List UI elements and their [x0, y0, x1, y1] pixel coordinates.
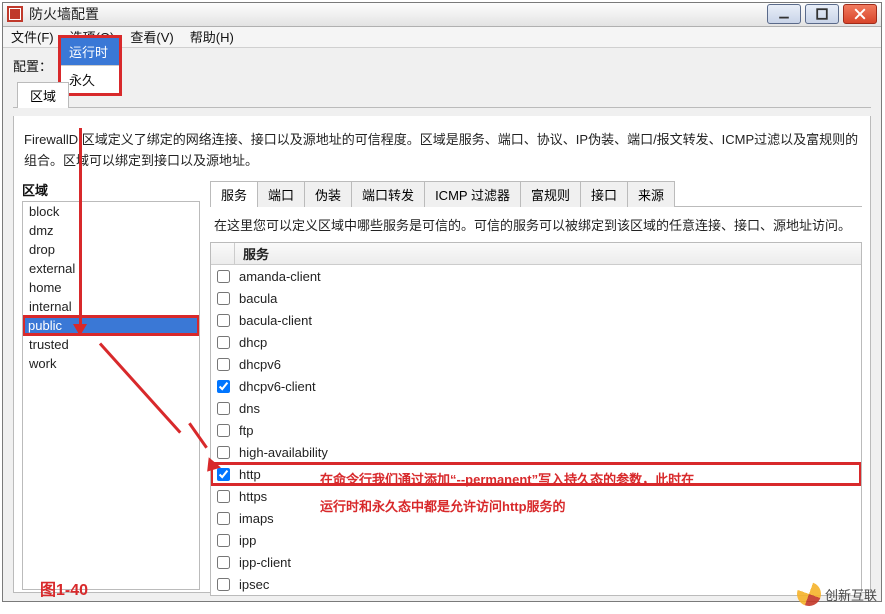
service-tabs: 服务端口伪装端口转发ICMP 过滤器富规则接口来源: [210, 180, 862, 207]
service-checkbox-dhcpv6-client[interactable]: [217, 380, 230, 393]
service-description: 在这里您可以定义区域中哪些服务是可信的。可信的服务可以被绑定到该区域的任意连接、…: [214, 215, 858, 234]
service-name: dhcpv6-client: [235, 379, 316, 394]
zone-item-drop[interactable]: drop: [23, 240, 199, 259]
annotation-line2: 运行时和永久态中都是允许访问http服务的: [320, 499, 566, 514]
service-checkbox-bacula[interactable]: [217, 292, 230, 305]
config-option-runtime[interactable]: 运行时: [61, 38, 119, 65]
service-row-ipp[interactable]: ipp: [211, 529, 861, 551]
menu-file[interactable]: 文件(F): [11, 27, 54, 46]
service-name: ipp: [235, 533, 256, 548]
zone-item-block[interactable]: block: [23, 202, 199, 221]
svc-tab[interactable]: 接口: [580, 181, 628, 207]
zone-header: 区域: [22, 180, 200, 199]
zone-item-public[interactable]: public: [22, 315, 200, 336]
annotation-arrowhead-2: [204, 462, 211, 476]
service-name: imaps: [235, 511, 274, 526]
service-checkbox-dns[interactable]: [217, 402, 230, 415]
config-bar: 配置： 运行时 永久: [3, 48, 881, 82]
service-table-body[interactable]: amanda-client bacula bacula-client dhcp dhcp…: [211, 265, 861, 595]
service-name: ipsec: [235, 577, 269, 592]
zone-item-internal[interactable]: internal: [23, 297, 199, 316]
service-checkbox-ftp[interactable]: [217, 424, 230, 437]
svc-tab[interactable]: 伪装: [304, 181, 352, 207]
minimize-button[interactable]: [767, 4, 801, 24]
service-name: ftp: [235, 423, 253, 438]
service-panel: 服务端口伪装端口转发ICMP 过滤器富规则接口来源 在这里您可以定义区域中哪些服…: [210, 180, 862, 590]
service-checkbox-ipp[interactable]: [217, 534, 230, 547]
service-checkbox-dhcpv6[interactable]: [217, 358, 230, 371]
service-row-dhcp[interactable]: dhcp: [211, 331, 861, 353]
header-service-col: 服务: [235, 244, 277, 263]
service-name: bacula-client: [235, 313, 312, 328]
service-row-ipp-client[interactable]: ipp-client: [211, 551, 861, 573]
config-option-permanent[interactable]: 永久: [61, 65, 119, 93]
svc-tab[interactable]: 端口: [257, 181, 305, 207]
service-name: ipp-client: [235, 555, 291, 570]
menu-help[interactable]: 帮助(H): [190, 27, 234, 46]
service-name: amanda-client: [235, 269, 321, 284]
service-table-header: 服务: [211, 243, 861, 265]
config-label: 配置：: [13, 56, 52, 75]
service-row-amanda-client[interactable]: amanda-client: [211, 265, 861, 287]
service-row-bacula[interactable]: bacula: [211, 287, 861, 309]
service-name: dns: [235, 401, 260, 416]
svc-tab[interactable]: 富规则: [520, 181, 581, 207]
zone-item-external[interactable]: external: [23, 259, 199, 278]
zone-list[interactable]: blockdmzdropexternalhomeinternalpublictr…: [22, 201, 200, 590]
service-checkbox-https[interactable]: [217, 490, 230, 503]
service-row-ftp[interactable]: ftp: [211, 419, 861, 441]
service-checkbox-imaps[interactable]: [217, 512, 230, 525]
service-name: http: [235, 467, 261, 482]
watermark-text: 创新互联: [825, 585, 877, 604]
service-row-ipsec[interactable]: ipsec: [211, 573, 861, 595]
service-checkbox-high-availability[interactable]: [217, 446, 230, 459]
service-checkbox-dhcp[interactable]: [217, 336, 230, 349]
annotation-arrowhead-1: [73, 324, 87, 336]
titlebar: 防火墙配置: [3, 3, 881, 27]
service-name: bacula: [235, 291, 277, 306]
svc-tab[interactable]: 端口转发: [351, 181, 425, 207]
service-checkbox-ipp-client[interactable]: [217, 556, 230, 569]
zones-description: FirewallD 区域定义了绑定的网络连接、接口以及源地址的可信程度。区域是服…: [24, 130, 860, 172]
service-checkbox-amanda-client[interactable]: [217, 270, 230, 283]
tab-zones[interactable]: 区域: [17, 82, 69, 108]
service-row-dhcpv6-client[interactable]: dhcpv6-client: [211, 375, 861, 397]
columns: 区域 blockdmzdropexternalhomeinternalpubli…: [22, 180, 862, 590]
service-checkbox-ipsec[interactable]: [217, 578, 230, 591]
service-row-dhcpv6[interactable]: dhcpv6: [211, 353, 861, 375]
outer-panel: FirewallD 区域定义了绑定的网络连接、接口以及源地址的可信程度。区域是服…: [13, 116, 871, 593]
window-buttons: [767, 4, 877, 24]
annotation-arrow-1: [79, 128, 82, 328]
service-row-bacula-client[interactable]: bacula-client: [211, 309, 861, 331]
figure-label: 图1-40: [40, 576, 88, 600]
svc-tab[interactable]: 服务: [210, 181, 258, 207]
header-check-col: [211, 243, 235, 264]
zone-item-trusted[interactable]: trusted: [23, 335, 199, 354]
zone-item-dmz[interactable]: dmz: [23, 221, 199, 240]
service-name: https: [235, 489, 267, 504]
annotation-text: 在命令行我们通过添加“--permanent”写入持久态的参数，此时在 运行时和…: [320, 466, 860, 520]
zone-item-home[interactable]: home: [23, 278, 199, 297]
service-row-dns[interactable]: dns: [211, 397, 861, 419]
outer-tab-row: 区域: [13, 81, 871, 108]
service-name: high-availability: [235, 445, 328, 460]
service-name: dhcpv6: [235, 357, 281, 372]
zone-column: 区域 blockdmzdropexternalhomeinternalpubli…: [22, 180, 200, 590]
menubar: 文件(F) 选项(O) 查看(V) 帮助(H): [3, 27, 881, 49]
service-table: 服务 amanda-client bacula bacula-client dhcp d…: [210, 242, 862, 596]
service-row-high-availability[interactable]: high-availability: [211, 441, 861, 463]
maximize-button[interactable]: [805, 4, 839, 24]
service-name: dhcp: [235, 335, 267, 350]
body-area: 区域 FirewallD 区域定义了绑定的网络连接、接口以及源地址的可信程度。区…: [3, 82, 881, 601]
svc-tab[interactable]: ICMP 过滤器: [424, 181, 521, 207]
annotation-line1: 在命令行我们通过添加“--permanent”写入持久态的参数，此时在: [320, 472, 694, 487]
menu-view[interactable]: 查看(V): [130, 27, 173, 46]
watermark: 创新互联: [797, 582, 877, 606]
app-icon: [7, 6, 23, 22]
service-checkbox-bacula-client[interactable]: [217, 314, 230, 327]
close-button[interactable]: [843, 4, 877, 24]
svc-tab[interactable]: 来源: [627, 181, 675, 207]
watermark-logo-icon: [797, 582, 821, 606]
window-title: 防火墙配置: [29, 4, 767, 24]
